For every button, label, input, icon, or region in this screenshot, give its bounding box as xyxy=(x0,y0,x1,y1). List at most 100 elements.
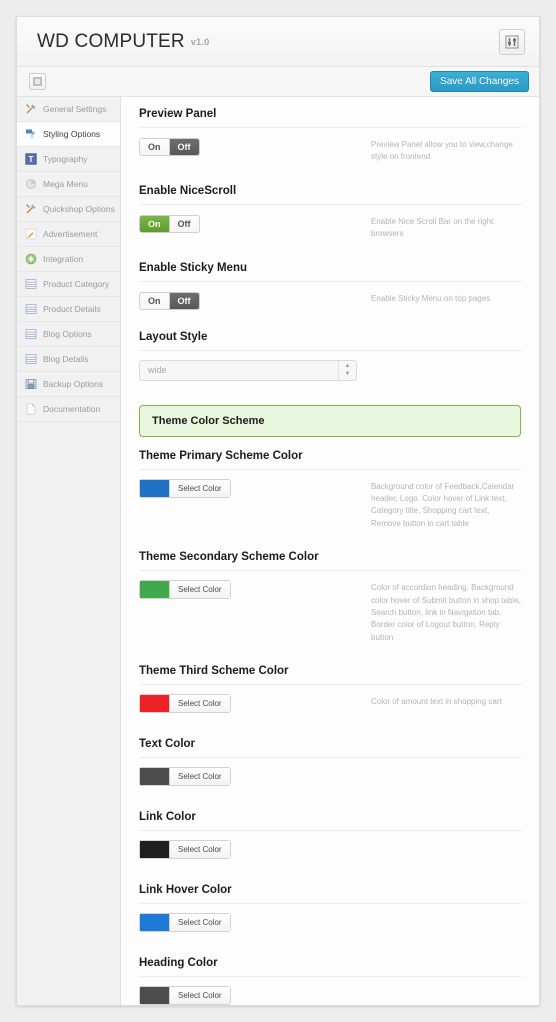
sidebar-item-quickshop-options[interactable]: Quickshop Options xyxy=(17,197,120,222)
sidebar-item-documentation[interactable]: Documentation xyxy=(17,397,120,422)
plus-circle-icon xyxy=(25,253,37,265)
pencil-icon xyxy=(25,228,37,240)
color-picker-heading-color[interactable]: Select Color xyxy=(139,986,231,1005)
color-swatch[interactable] xyxy=(140,479,170,497)
version-label: v1.0 xyxy=(190,36,210,47)
sidebar-item-label: Documentation xyxy=(43,404,101,414)
toggle-off-option[interactable]: Off xyxy=(168,139,199,155)
toggle-on-option[interactable]: On xyxy=(140,215,169,232)
sidebar-item-label: Mega Menu xyxy=(43,179,88,189)
panel-body: General Settings Styling Options T Typograp… xyxy=(17,97,539,1005)
select-color-button[interactable]: Select Color xyxy=(170,841,230,859)
color-swatch[interactable] xyxy=(140,841,170,859)
select-layout-style[interactable]: wide ▲ ▼ xyxy=(139,359,357,381)
sidebar-item-label: Product Details xyxy=(43,304,101,314)
sidebar-item-blog-options[interactable]: Blog Options xyxy=(17,322,120,347)
document-icon xyxy=(26,403,36,415)
field-control-link-color: Select Color xyxy=(139,840,361,863)
color-swatch[interactable] xyxy=(140,581,170,599)
sidebar-item-product-details[interactable]: Product Details xyxy=(17,297,120,322)
save-all-changes-button[interactable]: Save All Changes xyxy=(430,71,529,92)
sidebar-item-label: Backup Options xyxy=(43,379,104,389)
sidebar-item-backup-options[interactable]: Backup Options xyxy=(17,372,120,397)
field-row-preview-panel: On Off Preview Panel allow you to view,cha… xyxy=(139,127,521,174)
select-color-button[interactable]: Select Color xyxy=(170,479,230,497)
list-icon xyxy=(25,304,37,314)
field-control-enable-sticky-menu: On Off xyxy=(139,291,361,310)
save-disk-icon xyxy=(25,379,37,389)
field-row-theme-primary-scheme-color: Select Color Background color of Feedback… xyxy=(139,468,521,541)
field-row-text-color: Select Color xyxy=(139,757,521,800)
list-icon xyxy=(25,354,37,364)
toggle-enable-sticky-menu[interactable]: On Off xyxy=(139,291,200,310)
pie-chart-icon xyxy=(25,178,37,190)
sidebar-item-blog-details[interactable]: Blog Details xyxy=(17,347,120,372)
settings-content: Preview Panel On Off Preview Panel allow yo… xyxy=(121,97,539,1005)
toggle-off-option[interactable]: Off xyxy=(168,215,199,232)
field-title-layout-style: Layout Style xyxy=(139,330,208,343)
field-title-heading-color: Heading Color xyxy=(139,957,218,970)
color-picker-link-color[interactable]: Select Color xyxy=(139,840,231,860)
field-title-preview-panel: Preview Panel xyxy=(139,108,217,120)
tools-icon xyxy=(26,204,36,214)
select-color-button[interactable]: Select Color xyxy=(170,987,230,1005)
collapse-box-icon[interactable] xyxy=(29,73,46,90)
section-banner-theme-color-scheme: Theme Color Scheme xyxy=(139,404,521,437)
svg-text:T: T xyxy=(29,155,34,164)
sidebar-item-typography[interactable]: T Typography xyxy=(17,147,120,172)
sidebar-item-label: Blog Details xyxy=(43,354,89,364)
color-picker-theme-secondary-scheme-color[interactable]: Select Color xyxy=(139,580,231,600)
field-description-theme-primary-scheme-color: Background color of Feedback,Calendar he… xyxy=(371,481,515,528)
list-icon xyxy=(25,329,37,339)
select-color-button[interactable]: Select Color xyxy=(170,768,230,786)
select-color-button[interactable]: Select Color xyxy=(170,914,230,932)
field-control-theme-secondary-scheme-color: Select Color xyxy=(139,580,361,644)
field-control-heading-color: Select Color xyxy=(139,986,361,1005)
sidebar-item-styling-options[interactable]: Styling Options xyxy=(17,122,120,147)
field-row-theme-secondary-scheme-color: Select Color Color of accordion heading. … xyxy=(139,570,521,654)
toggle-preview-panel[interactable]: On Off xyxy=(139,138,200,156)
field-row-enable-sticky-menu: On Off Enable Sticky Menu on top pages xyxy=(139,280,521,320)
toggle-on-option[interactable]: On xyxy=(140,139,169,155)
color-swatch[interactable] xyxy=(140,987,170,1005)
field-row-layout-style: wide ▲ ▼ xyxy=(139,349,521,391)
sidebar-item-label: Integration xyxy=(43,254,84,264)
panel-subbar: Save All Changes xyxy=(17,67,539,97)
chevron-updown-icon: ▲ ▼ xyxy=(338,360,356,380)
color-swatch[interactable] xyxy=(140,768,170,786)
color-swatch[interactable] xyxy=(140,914,170,932)
sidebar-nav: General Settings Styling Options T Typograp… xyxy=(17,97,121,1005)
field-control-text-color: Select Color xyxy=(139,767,361,790)
sidebar-item-label: Product Category xyxy=(43,279,110,289)
sidebar-item-general-settings[interactable]: General Settings xyxy=(17,97,120,122)
field-title-enable-nicescroll: Enable NiceScroll xyxy=(139,184,237,197)
field-title-link-color: Link Color xyxy=(139,811,196,824)
color-picker-theme-third-scheme-color[interactable]: Select Color xyxy=(139,694,231,714)
sidebar-item-mega-menu[interactable]: Mega Menu xyxy=(17,172,120,197)
toggle-enable-nicescroll[interactable]: On Off xyxy=(139,214,200,233)
field-control-theme-primary-scheme-color: Select Color xyxy=(139,478,361,531)
sidebar-item-product-category[interactable]: Product Category xyxy=(17,272,120,297)
sidebar-item-integration[interactable]: Integration xyxy=(17,247,120,272)
sidebar-item-advertisement[interactable]: Advertisement xyxy=(17,222,120,247)
field-title-link-hover-color: Link Hover Color xyxy=(139,884,232,897)
field-description-enable-nicescroll: Enable Nice Scroll Bar on the right brow… xyxy=(371,216,494,239)
field-row-theme-third-scheme-color: Select Color Color of amount text in shop… xyxy=(139,684,521,727)
field-control-preview-panel: On Off xyxy=(139,137,361,164)
field-control-theme-third-scheme-color: Select Color xyxy=(139,694,361,717)
sidebar-item-label: Blog Options xyxy=(43,329,92,339)
sidebar-item-label: Typography xyxy=(43,154,88,164)
field-row-enable-nicescroll: On Off Enable Nice Scroll Bar on the right… xyxy=(139,203,521,251)
select-color-button[interactable]: Select Color xyxy=(170,581,230,599)
color-swatch[interactable] xyxy=(140,695,170,713)
toggle-off-option[interactable]: Off xyxy=(168,292,199,309)
toggle-on-option[interactable]: On xyxy=(140,292,169,309)
page-wrapper: WD COMPUTER v1.0 Save All Changes Genera… xyxy=(0,0,556,1022)
select-color-button[interactable]: Select Color xyxy=(170,695,230,713)
color-picker-link-hover-color[interactable]: Select Color xyxy=(139,913,231,933)
field-title-theme-third-scheme-color: Theme Third Scheme Color xyxy=(139,665,289,678)
sidebar-item-label: General Settings xyxy=(43,104,107,114)
color-picker-text-color[interactable]: Select Color xyxy=(139,767,231,787)
sliders-icon[interactable] xyxy=(499,28,525,55)
color-picker-theme-primary-scheme-color[interactable]: Select Color xyxy=(139,478,231,498)
